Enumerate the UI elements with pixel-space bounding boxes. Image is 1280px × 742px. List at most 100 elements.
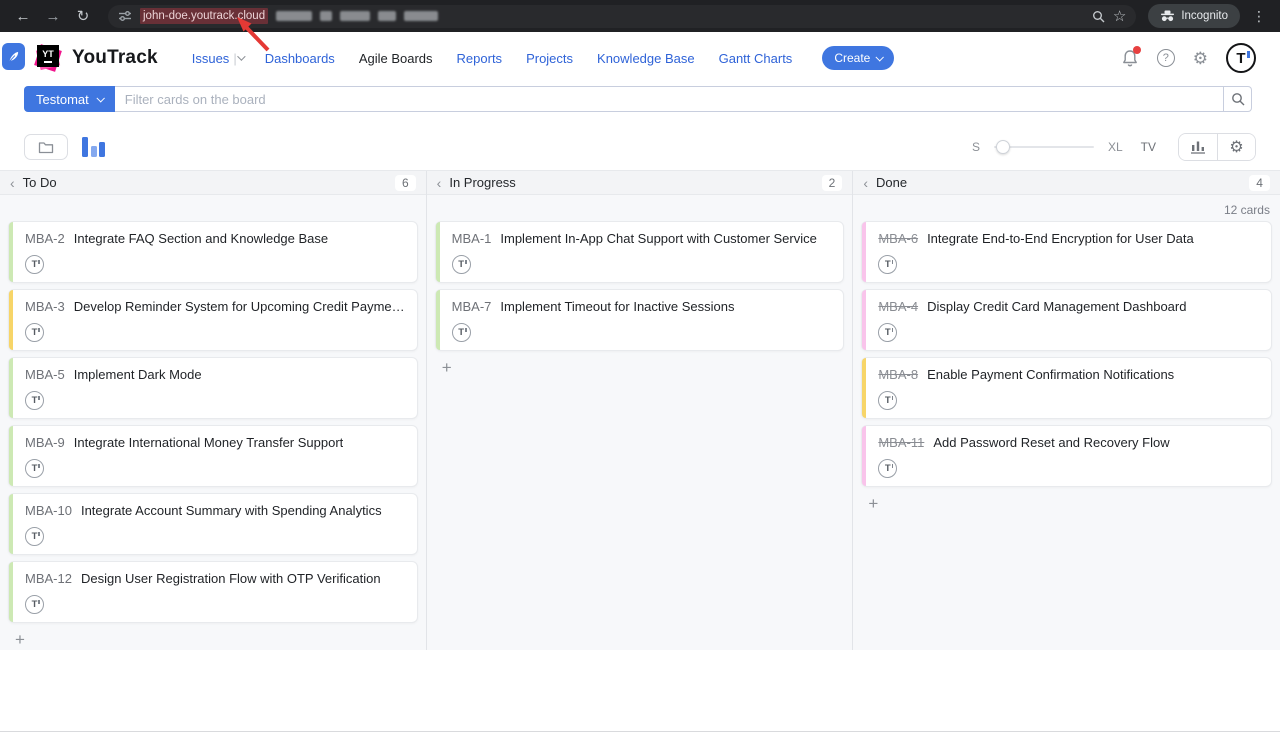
youtrack-logo-icon: YT — [34, 44, 62, 72]
user-avatar[interactable]: T — [1226, 43, 1256, 73]
board-settings-button[interactable]: ⚙ — [1217, 134, 1255, 160]
view-controls — [24, 134, 105, 160]
agile-board: ‹ To Do 6 MBA-2 Integrate FAQ Section an… — [0, 170, 1280, 650]
nav-item-gantt-charts[interactable]: Gantt Charts — [707, 45, 805, 72]
search-button[interactable] — [1224, 86, 1252, 112]
assignee-avatar[interactable]: T — [452, 255, 471, 274]
column-header[interactable]: ‹ To Do 6 — [0, 171, 426, 195]
issue-id[interactable]: MBA-4 — [878, 299, 918, 314]
back-icon[interactable]: ← — [10, 3, 36, 29]
column-title: Done — [876, 175, 907, 190]
column-count-badge: 2 — [822, 175, 843, 191]
create-label: Create — [834, 51, 870, 65]
card-color-stripe — [862, 358, 866, 418]
add-card-button[interactable]: + — [12, 631, 28, 648]
issue-card[interactable]: MBA-10 Integrate Account Summary with Sp… — [8, 493, 418, 555]
board-column: ‹ To Do 6 MBA-2 Integrate FAQ Section an… — [0, 171, 427, 650]
assignee-avatar[interactable]: T — [25, 527, 44, 546]
assignee-avatar[interactable]: T — [25, 323, 44, 342]
issue-id[interactable]: MBA-1 — [452, 231, 492, 246]
column-header[interactable]: ‹ In Progress 2 — [427, 171, 853, 195]
browser-menu-icon[interactable]: ⋮ — [1244, 8, 1270, 25]
card-size-slider[interactable] — [994, 140, 1094, 154]
card-color-stripe — [436, 222, 440, 282]
issue-id[interactable]: MBA-12 — [25, 571, 72, 586]
issue-card[interactable]: MBA-5 Implement Dark Mode T — [8, 357, 418, 419]
extension-tab[interactable] — [2, 43, 25, 70]
issue-id[interactable]: MBA-10 — [25, 503, 72, 518]
settings-gear-icon[interactable]: ⚙ — [1193, 50, 1208, 67]
add-card-button[interactable]: + — [439, 359, 455, 376]
site-info-icon[interactable] — [118, 9, 132, 23]
assignee-avatar[interactable]: T — [452, 323, 471, 342]
board-actions: ⚙ — [1178, 133, 1256, 161]
create-button[interactable]: Create — [822, 46, 894, 70]
assignee-avatar[interactable]: T — [878, 459, 897, 478]
issue-id[interactable]: MBA-3 — [25, 299, 65, 314]
histogram-icon — [1190, 140, 1206, 154]
issue-id[interactable]: MBA-8 — [878, 367, 918, 382]
nav-item-knowledge-base[interactable]: Knowledge Base — [585, 45, 707, 72]
add-card-button[interactable]: + — [865, 495, 881, 512]
slider-knob[interactable] — [996, 140, 1010, 154]
assignee-avatar[interactable]: T — [25, 459, 44, 478]
issue-id[interactable]: MBA-6 — [878, 231, 918, 246]
issue-card[interactable]: MBA-6 Integrate End-to-End Encryption fo… — [861, 221, 1272, 283]
issue-card[interactable]: MBA-2 Integrate FAQ Section and Knowledg… — [8, 221, 418, 283]
column-header[interactable]: ‹ Done 4 — [853, 171, 1280, 195]
issue-card[interactable]: MBA-11 Add Password Reset and Recovery F… — [861, 425, 1272, 487]
issue-card[interactable]: MBA-8 Enable Payment Confirmation Notifi… — [861, 357, 1272, 419]
assignee-avatar[interactable]: T — [25, 391, 44, 410]
collapse-column-icon[interactable]: ‹ — [863, 176, 868, 190]
issue-card[interactable]: MBA-7 Implement Timeout for Inactive Ses… — [435, 289, 845, 351]
issue-card[interactable]: MBA-1 Implement In-App Chat Support with… — [435, 221, 845, 283]
issue-id[interactable]: MBA-2 — [25, 231, 65, 246]
header-icons: ? ⚙ T — [1121, 43, 1256, 73]
issue-card[interactable]: MBA-3 Develop Reminder System for Upcomi… — [8, 289, 418, 351]
tv-mode-button[interactable]: TV — [1141, 140, 1156, 154]
nav-item-projects[interactable]: Projects — [514, 45, 585, 72]
zoom-search-icon[interactable] — [1092, 10, 1105, 23]
forward-icon[interactable]: → — [40, 3, 66, 29]
issue-card[interactable]: MBA-12 Design User Registration Flow wit… — [8, 561, 418, 623]
issue-id[interactable]: MBA-5 — [25, 367, 65, 382]
assignee-avatar[interactable]: T — [878, 323, 897, 342]
issue-id[interactable]: MBA-9 — [25, 435, 65, 450]
youtrack-logo[interactable]: YT YouTrack — [34, 44, 158, 72]
nav-item-issues[interactable]: Issues — [180, 45, 242, 72]
board-selector-button[interactable]: Testomat — [24, 86, 115, 112]
collapse-column-icon[interactable]: ‹ — [437, 176, 442, 190]
column-body: MBA-1 Implement In-App Chat Support with… — [427, 195, 853, 650]
card-color-stripe — [9, 494, 13, 554]
notifications-bell-icon[interactable] — [1121, 49, 1139, 68]
card-color-stripe — [9, 562, 13, 622]
column-title: In Progress — [449, 175, 515, 190]
issue-card[interactable]: MBA-4 Display Credit Card Management Das… — [861, 289, 1272, 351]
chart-view-toggle-icon[interactable] — [82, 137, 105, 157]
url-text[interactable]: john-doe.youtrack.cloud — [140, 8, 268, 24]
issue-card[interactable]: MBA-9 Integrate International Money Tran… — [8, 425, 418, 487]
sprint-folder-button[interactable] — [24, 134, 68, 160]
incognito-icon — [1160, 10, 1175, 22]
board-column: ‹ In Progress 2 MBA-1 Implement In-App C… — [427, 171, 854, 650]
redacted-block — [378, 11, 396, 21]
nav-item-dashboards[interactable]: Dashboards — [253, 45, 347, 72]
folder-icon — [38, 141, 54, 154]
nav-item-reports[interactable]: Reports — [445, 45, 515, 72]
collapse-column-icon[interactable]: ‹ — [10, 176, 15, 190]
issue-id[interactable]: MBA-11 — [878, 435, 924, 450]
issue-title: Integrate International Money Transfer S… — [74, 435, 344, 450]
filter-input[interactable] — [115, 86, 1224, 112]
issue-title: Implement Timeout for Inactive Sessions — [500, 299, 734, 314]
assignee-avatar[interactable]: T — [878, 255, 897, 274]
assignee-avatar[interactable]: T — [878, 391, 897, 410]
board-chart-button[interactable] — [1179, 134, 1217, 160]
assignee-avatar[interactable]: T — [25, 255, 44, 274]
nav-item-agile-boards[interactable]: Agile Boards — [347, 45, 445, 72]
reload-icon[interactable]: ↻ — [70, 3, 96, 29]
address-bar[interactable]: john-doe.youtrack.cloud ☆ — [108, 5, 1136, 28]
help-icon[interactable]: ? — [1157, 49, 1175, 67]
assignee-avatar[interactable]: T — [25, 595, 44, 614]
bookmark-star-icon[interactable]: ☆ — [1113, 7, 1126, 25]
issue-id[interactable]: MBA-7 — [452, 299, 492, 314]
